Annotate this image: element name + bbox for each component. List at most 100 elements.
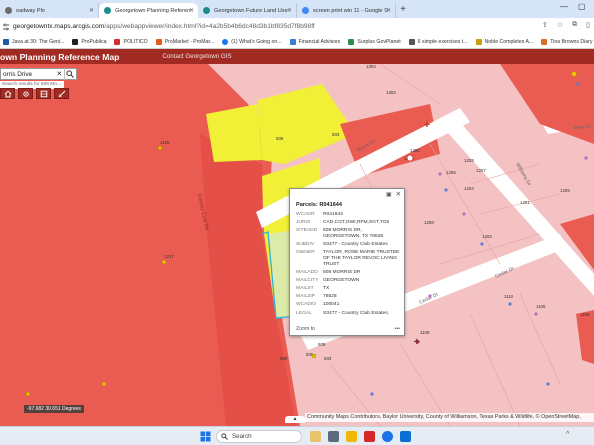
tab-close-icon[interactable]: ✕ [386,7,391,14]
bookmark-item[interactable]: Tina Browns Diary [541,38,592,45]
attribute-row: WCADR R041644 [296,212,400,220]
tab-close-icon[interactable]: ✕ [89,7,94,14]
attribute-key: LEGAL [296,310,312,316]
bookmark-favicon-icon [475,38,482,45]
tab-favicon-icon [5,7,12,14]
bookmark-item[interactable]: 6 simple exercises t... [408,38,468,45]
attribute-row: OWNER TAYLOR, ROSE MARIE TRUSTEE OF THE T… [296,250,400,269]
bookmark-item[interactable]: POLITICO [114,38,148,45]
taskbar-widgets-icon[interactable] [310,431,321,442]
bookmark-item[interactable]: Java at 30: The Geni... [3,38,65,45]
browser-tab-2[interactable]: Georgetown Future Land Use ✕ [198,3,297,18]
attribute-key: OWNER [296,250,315,256]
browser-tab-1[interactable]: Georgetown Planning Referen ✕ [99,3,198,18]
bookmark-label: Financial Advisors [298,38,341,45]
search-button[interactable] [63,68,76,80]
browser-tab-3[interactable]: screen print win 11 - Google S ✕ [297,3,396,18]
taskbar-search-label: Search [232,433,252,440]
chrome-icon[interactable] [382,431,393,442]
layers-button[interactable] [36,88,51,99]
svg-text:1208: 1208 [424,220,434,225]
tab-close-icon[interactable]: ✕ [189,7,194,14]
address-bar[interactable]: georgetowntx.maps.arcgis.com/apps/webapp… [0,18,594,35]
svg-text:✚: ✚ [424,121,430,129]
sidebar-icon[interactable]: ▯ [586,21,590,29]
bookmark-item[interactable]: ProMarket - ProMar... [155,38,215,45]
bookmark-item[interactable]: (1) What's Going on... [222,38,282,45]
coordinate-readout: -97.682 30.651 Degrees [24,405,84,413]
attribute-value: 508 MORRIS DR, GEORGETOWN, TX 78628 [323,228,384,239]
file-explorer-icon[interactable] [346,431,357,442]
attribute-row: LEGAL S3477 - Country Club Estates, [296,311,400,319]
svg-text:1201: 1201 [520,200,530,205]
bookmark-item[interactable]: Noble Completes A... [475,38,533,45]
bookmark-favicon-icon [155,38,162,45]
svg-text:1300: 1300 [410,148,420,153]
parcel-yellow [206,104,262,162]
app-header: own Planning Reference Map Contact Georg… [0,49,594,64]
restore-icon[interactable]: ▢ [578,2,586,11]
browser-tab-strip: oadway Plo ✕ Georgetown Planning Referen… [0,0,594,18]
svg-text:503: 503 [332,132,340,137]
edge-icon[interactable] [400,431,411,442]
search-input[interactable] [3,70,55,78]
svg-text:1109: 1109 [420,330,430,335]
new-tab-button[interactable]: + [396,3,410,18]
extensions-icon[interactable]: ⧉ [572,21,577,29]
svg-text:1204: 1204 [464,186,474,191]
contact-gis-link[interactable]: Contact Georgetown GIS [162,53,231,60]
clear-search-icon[interactable]: ✕ [55,70,64,78]
search-widget: ✕ [0,68,77,80]
search-icon [221,433,228,440]
browser-tab-0[interactable]: oadway Plo ✕ [0,3,99,18]
home-icon [4,90,11,97]
svg-text:503: 503 [324,356,332,361]
close-popup-icon[interactable]: ✕ [396,190,401,198]
share-icon[interactable]: ⇪ [542,21,548,29]
svg-text:500: 500 [280,356,288,361]
attribute-key: MAILCITY [296,277,319,283]
bookmark-label: Java at 30: The Geni... [12,38,65,45]
collapse-attribution-icon[interactable]: ▲ [285,416,305,423]
attribute-key: WCADR [296,212,315,217]
bookmark-label: Surplus GovPlanet [357,38,401,45]
bookmark-item[interactable]: Financial Advisors [289,38,341,45]
attribute-value: R041644 [323,212,343,217]
bookmark-favicon-icon [348,38,355,45]
bookmark-star-icon[interactable]: ☆ [557,21,563,29]
bookmark-item[interactable]: Surplus GovPlanet [348,38,401,45]
attribute-value: 508 MORRIS DR [323,269,361,275]
svg-text:1205: 1205 [560,188,570,193]
more-actions-icon[interactable]: ••• [395,326,400,332]
bookmark-favicon-icon [289,38,296,45]
maximize-popup-icon[interactable]: ▣ [386,191,392,198]
taskbar-search[interactable]: Search [216,430,302,443]
url-host: georgetowntx.maps.arcgis.com [13,23,105,30]
tab-label: Georgetown Planning Referen [115,7,191,14]
acrobat-icon[interactable] [364,431,375,442]
system-tray-icon[interactable]: ^ [566,431,577,442]
popup-header: ▣ ✕ [290,189,404,199]
popup-footer: Zoom to ••• [296,326,400,332]
tab-label: screen print win 11 - Google S [313,7,388,14]
bookmark-item[interactable]: ProPublica [72,38,106,45]
minimize-icon[interactable]: — [560,2,568,11]
home-button[interactable] [0,88,15,99]
bookmark-label: ProMarket - ProMar... [164,38,215,45]
popup-title: Parcels: R041644 [296,202,343,208]
attribute-row: WCADIO 100041 [296,302,400,310]
bookmark-label: POLITICO [123,38,148,45]
locate-icon [22,90,29,97]
measure-button[interactable] [54,88,69,99]
attribute-key: SITEADD [296,228,318,234]
taskbar-task-view-icon[interactable] [328,431,339,442]
map-attribution: Community Maps Contributors, Baylor Univ… [305,413,594,422]
locate-button[interactable] [18,88,33,99]
zoom-to-link[interactable]: Zoom to [296,326,315,332]
start-icon[interactable] [200,431,211,442]
tab-close-icon[interactable]: ✕ [287,7,292,14]
svg-text:1206: 1206 [446,170,456,175]
tab-favicon-icon [203,7,210,14]
url-text[interactable]: georgetowntx.maps.arcgis.com/apps/webapp… [13,23,315,30]
site-info-icon[interactable] [2,23,10,31]
